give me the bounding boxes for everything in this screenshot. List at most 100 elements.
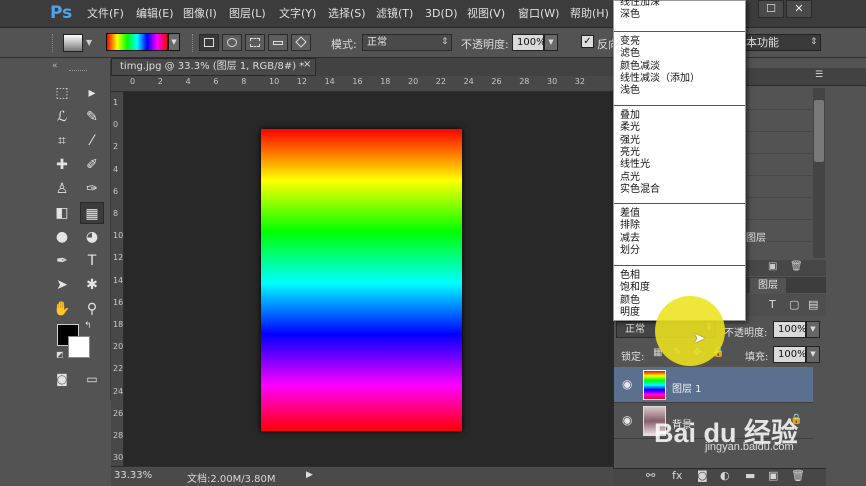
layer-opacity-field[interactable]: 100% (773, 321, 807, 338)
chevron-updown-icon[interactable]: ⇕ (441, 37, 449, 47)
maximize-button[interactable]: ☐ (758, 0, 784, 18)
crop-tool-icon[interactable]: ⌗ (50, 130, 74, 152)
shape-filter-icon[interactable]: ▢ (789, 298, 799, 311)
blend-mode-option[interactable]: 深色 (620, 9, 640, 21)
scrollbar-thumb[interactable] (814, 100, 824, 162)
blend-mode-option[interactable]: 叠加 (620, 110, 640, 122)
marquee-tool-icon[interactable]: ⬚ (50, 82, 74, 104)
menu-edit[interactable]: 编辑(E) (136, 0, 174, 28)
menu-view[interactable]: 视图(V) (467, 0, 505, 28)
linear-gradient-button[interactable] (199, 34, 219, 51)
blend-mode-option[interactable]: 减去 (620, 233, 640, 245)
new-snapshot-icon[interactable]: ▣ (768, 261, 777, 272)
tool-preset-picker[interactable] (63, 34, 83, 52)
chevron-down-icon[interactable]: ▼ (544, 34, 558, 51)
new-layer-icon[interactable]: ▣ (768, 469, 778, 482)
menu-filter[interactable]: 滤镜(T) (376, 0, 413, 28)
layer-name[interactable]: 图层 1 (672, 380, 702, 395)
menu-image[interactable]: 图像(I) (183, 0, 217, 28)
screen-mode-icon[interactable]: ▭ (80, 368, 104, 390)
radial-gradient-button[interactable] (222, 34, 242, 51)
blend-mode-option[interactable]: 变亮 (620, 36, 640, 48)
type-filter-icon[interactable]: T (769, 298, 776, 311)
new-group-icon[interactable]: ▬ (745, 469, 755, 482)
close-tab-icon[interactable]: × (303, 59, 311, 70)
tab-layers[interactable]: 图层 (750, 278, 786, 293)
chevron-down-icon[interactable]: ▼ (168, 33, 180, 51)
blend-mode-option[interactable]: 实色混合 (620, 184, 660, 196)
blend-mode-option[interactable]: 明度 (620, 307, 640, 319)
dodge-tool-icon[interactable]: ◕ (80, 226, 104, 248)
blend-mode-option[interactable]: 浅色 (620, 85, 640, 97)
clone-stamp-tool-icon[interactable]: ♙ (50, 178, 74, 200)
link-layers-icon[interactable]: ⚯ (646, 469, 655, 482)
zoom-tool-icon[interactable]: ⚲ (80, 298, 104, 320)
pen-tool-icon[interactable]: ✒ (50, 250, 74, 272)
menu-layer[interactable]: 图层(L) (229, 0, 266, 28)
status-menu-arrow-icon[interactable]: ▶ (306, 470, 313, 480)
menu-type[interactable]: 文字(Y) (279, 0, 316, 28)
menu-help[interactable]: 帮助(H) (570, 0, 609, 28)
reflected-gradient-button[interactable] (268, 34, 288, 51)
blend-mode-option[interactable]: 排除 (620, 220, 640, 232)
shape-tool-icon[interactable]: ✱ (80, 274, 104, 296)
blend-mode-option[interactable]: 色相 (620, 270, 640, 282)
blend-mode-option[interactable]: 颜色减淡 (620, 61, 660, 73)
blend-mode-option[interactable]: 划分 (620, 245, 640, 257)
chevron-updown-icon[interactable]: ⇕ (810, 37, 818, 47)
eye-icon[interactable]: ◉ (622, 377, 632, 391)
blend-mode-option[interactable]: 强光 (620, 135, 640, 147)
panel-menu-icon[interactable]: ☰ (815, 70, 823, 80)
document-tab[interactable]: timg.jpg @ 33.3% (图层 1, RGB/8#) * (111, 58, 316, 76)
diamond-gradient-button[interactable] (291, 34, 311, 51)
smart-object-filter-icon[interactable]: ▤ (808, 298, 818, 311)
trash-icon[interactable]: 🗑 (791, 469, 805, 482)
workspace-select[interactable]: 本功能 (739, 34, 821, 51)
history-brush-tool-icon[interactable]: ✑ (80, 178, 104, 200)
swap-colors-icon[interactable]: ↰ (84, 321, 92, 331)
background-color-swatch[interactable] (68, 336, 90, 358)
quick-select-tool-icon[interactable]: ✎ (80, 106, 104, 128)
hand-tool-icon[interactable]: ✋ (50, 298, 74, 320)
chevron-down-icon[interactable]: ▼ (806, 321, 820, 338)
type-tool-icon[interactable]: T (80, 250, 104, 272)
quick-mask-icon[interactable]: ◙ (50, 368, 74, 390)
blur-tool-icon[interactable]: ● (50, 226, 74, 248)
blend-mode-option[interactable]: 颜色 (620, 295, 640, 307)
zoom-level[interactable]: 33.33% (114, 470, 152, 481)
gradient-tool-icon[interactable]: ▦ (80, 202, 104, 224)
default-colors-icon[interactable]: ◩ (56, 350, 64, 359)
menu-select[interactable]: 选择(S) (328, 0, 366, 28)
eraser-tool-icon[interactable]: ◧ (50, 202, 74, 224)
fill-field[interactable]: 100% (773, 346, 807, 363)
blend-mode-option[interactable]: 亮光 (620, 147, 640, 159)
lasso-tool-icon[interactable]: ℒ (50, 106, 74, 128)
blend-mode-option[interactable]: 点光 (620, 172, 640, 184)
healing-brush-tool-icon[interactable]: ✚ (50, 154, 74, 176)
blend-mode-option[interactable]: 线性加深 (620, 0, 660, 9)
angle-gradient-button[interactable] (245, 34, 265, 51)
path-select-tool-icon[interactable]: ➤ (50, 274, 74, 296)
eyedropper-tool-icon[interactable]: ⁄ (80, 130, 104, 152)
blend-mode-option[interactable]: 线性光 (620, 159, 650, 171)
move-tool-icon[interactable]: ▸ (80, 82, 104, 104)
menu-file[interactable]: 文件(F) (87, 0, 124, 28)
menu-3d[interactable]: 3D(D) (425, 0, 458, 28)
close-button[interactable]: ✕ (786, 0, 812, 18)
rainbow-gradient-image[interactable] (261, 129, 462, 431)
add-mask-icon[interactable]: ◙ (697, 469, 708, 482)
blend-mode-option[interactable]: 滤色 (620, 48, 640, 60)
adjustment-layer-icon[interactable]: ◐ (720, 469, 730, 482)
chevron-down-icon[interactable]: ▼ (86, 38, 92, 47)
reverse-checkbox[interactable]: ✓ (581, 35, 594, 48)
fx-icon[interactable]: fx (672, 469, 682, 482)
blend-mode-option[interactable]: 柔光 (620, 122, 640, 134)
brush-tool-icon[interactable]: ✐ (80, 154, 104, 176)
eye-icon[interactable]: ◉ (622, 413, 632, 427)
opacity-field[interactable]: 100% (512, 34, 546, 51)
collapse-icon[interactable]: « (52, 61, 58, 71)
blend-mode-option[interactable]: 线性减淡（添加） (620, 73, 700, 85)
menu-window[interactable]: 窗口(W) (518, 0, 559, 28)
chevron-down-icon[interactable]: ▼ (806, 346, 820, 363)
gradient-picker[interactable] (106, 33, 168, 51)
